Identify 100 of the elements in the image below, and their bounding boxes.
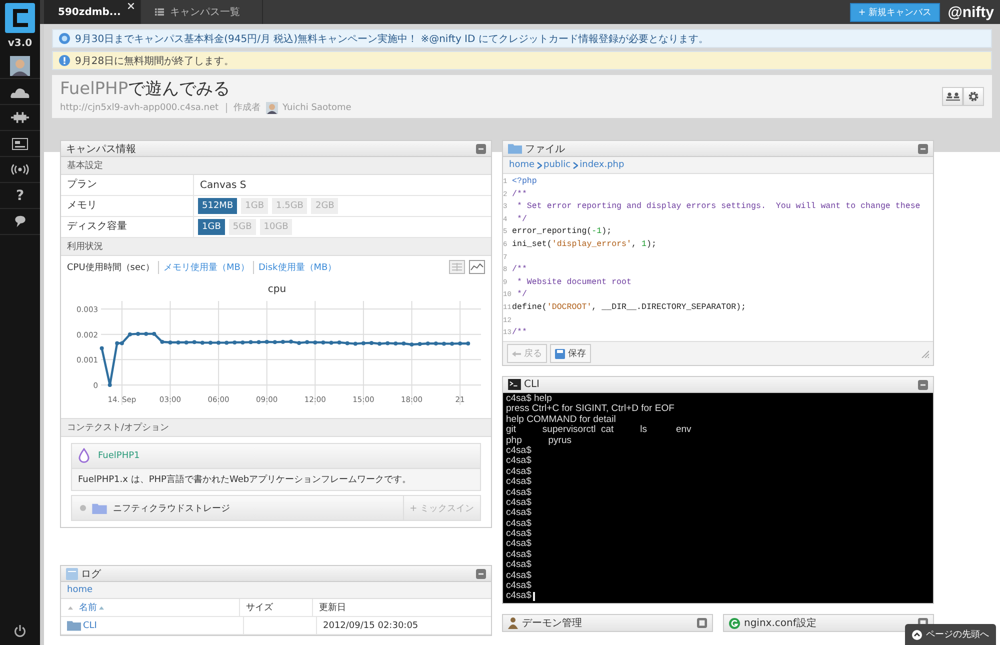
usage-tab[interactable]: CPU使用時間（sec） xyxy=(67,260,160,274)
data-point xyxy=(144,332,148,336)
panel-title: ファイル xyxy=(525,142,566,156)
cloud-icon[interactable] xyxy=(10,86,30,98)
data-point xyxy=(152,332,156,336)
data-point xyxy=(361,341,366,346)
breadcrumb-link[interactable]: public xyxy=(544,160,571,170)
row-label: メモリ xyxy=(61,196,194,216)
usage-tab[interactable]: Disk使用量（MB） xyxy=(258,260,341,274)
avatar-icon[interactable] xyxy=(10,56,30,76)
avatar-icon xyxy=(266,102,278,114)
info-icon xyxy=(59,33,70,44)
terminal-line: c4sa$ xyxy=(506,581,532,592)
close-icon[interactable] xyxy=(128,3,134,9)
help-link[interactable]: ? xyxy=(16,188,24,204)
data-point xyxy=(216,340,221,345)
data-point xyxy=(466,341,470,346)
data-point xyxy=(418,342,422,346)
restore-icon[interactable] xyxy=(697,618,707,628)
data-point xyxy=(337,340,342,344)
terminal-line: c4sa$ xyxy=(506,446,532,456)
data-point xyxy=(192,340,196,344)
data-point xyxy=(272,340,277,344)
settings-button[interactable] xyxy=(963,87,984,106)
section-heading: コンテクスト/オプション xyxy=(61,418,491,437)
top-tab[interactable]: 590zdmb... xyxy=(44,0,141,24)
memory-option[interactable]: 1GB xyxy=(241,198,268,214)
document-icon xyxy=(66,568,78,580)
code-line: ini_set('display_errors', 1); xyxy=(512,238,656,251)
context-description: FuelPHP1.x は、PHP言語で書かれたWebアプリケーションフレームワークです。 xyxy=(77,473,412,487)
breadcrumb-link[interactable]: home xyxy=(509,160,535,170)
column-header[interactable]: 名前 xyxy=(79,601,97,614)
memory-option[interactable]: 2GB xyxy=(311,198,338,214)
disk-option[interactable]: 1GB xyxy=(198,219,225,235)
card-icon[interactable] xyxy=(12,138,28,150)
column-header: 更新日 xyxy=(319,603,346,613)
disk-option[interactable]: 10GB xyxy=(260,219,292,235)
panel-title: デーモン管理 xyxy=(522,617,583,630)
collapsed-panel[interactable]: デーモン管理 xyxy=(502,614,713,632)
new-canvas-button[interactable]: + 新規キャンバス xyxy=(850,2,940,22)
data-point xyxy=(410,342,414,346)
chevron-icon xyxy=(536,162,542,168)
data-point xyxy=(313,340,318,344)
floppy-icon xyxy=(555,348,565,358)
data-point xyxy=(128,332,132,336)
data-point xyxy=(329,340,334,345)
antenna-icon[interactable] xyxy=(11,164,29,175)
resize-grip-icon[interactable] xyxy=(921,350,929,358)
data-point xyxy=(208,340,212,345)
data-point xyxy=(232,340,237,344)
terminal-line: c4sa$ xyxy=(506,518,532,529)
data-point xyxy=(297,340,302,345)
context-name[interactable]: FuelPHP1 xyxy=(98,451,140,461)
chat-bubble-icon[interactable] xyxy=(12,215,28,228)
breadcrumb-link[interactable]: home xyxy=(67,585,93,595)
code-line: * Set error reporting and display errors settings. You will want to change these xyxy=(516,201,920,214)
code-line: /** xyxy=(512,264,527,276)
terminal-line: c4sa$ xyxy=(506,591,532,602)
terminal-line: php pyrus xyxy=(506,436,572,446)
memory-option[interactable]: 512MB xyxy=(198,198,238,214)
members-button[interactable] xyxy=(942,87,963,106)
code-line: */ xyxy=(516,289,527,302)
section-heading: 利用状況 xyxy=(61,238,491,256)
file-link[interactable]: CLI xyxy=(83,620,97,630)
app-url[interactable]: http://cjn5xl9-avh-app000.c4sa.net xyxy=(60,102,219,112)
chart-title: cpu xyxy=(268,284,286,295)
minimize-icon[interactable] xyxy=(918,380,928,390)
minimize-icon[interactable] xyxy=(476,568,486,578)
mixin-button[interactable]: + ミックスイン xyxy=(402,496,480,520)
data-point xyxy=(370,340,374,345)
minimize-icon[interactable] xyxy=(476,144,486,154)
terminal-line: c4sa$ xyxy=(506,539,532,550)
minimize-icon[interactable] xyxy=(918,144,928,154)
settings-icon xyxy=(968,91,979,102)
power-icon[interactable] xyxy=(14,625,26,637)
data-point xyxy=(256,340,261,344)
code-line: define('DOCROOT', __DIR__.DIRECTORY_SEPARATOR); xyxy=(512,302,746,314)
plug-icon[interactable] xyxy=(11,112,29,123)
terminal-line: c4sa$ xyxy=(506,466,532,477)
row-label: プラン xyxy=(61,175,194,195)
data-point xyxy=(224,340,229,345)
chevron-icon xyxy=(572,162,578,168)
logo-icon[interactable] xyxy=(5,3,35,33)
author-label: 作成者 xyxy=(234,102,261,114)
drop-icon xyxy=(78,448,90,464)
terminal-line: c4sa$ xyxy=(506,508,532,519)
memory-option[interactable]: 1.5GB xyxy=(272,198,308,214)
save-button[interactable]: 保存 xyxy=(550,344,591,363)
brand-logo[interactable]: @nifty xyxy=(948,4,994,20)
author-name: Yuichi Saotome xyxy=(282,102,352,112)
usage-tab[interactable]: メモリ使用量（MB） xyxy=(163,260,254,274)
disk-option[interactable]: 5GB xyxy=(228,219,256,235)
terminal-icon xyxy=(508,379,521,390)
collapsed-panel[interactable]: nginx.conf設定 xyxy=(723,614,934,632)
terminal-line: c4sa$ xyxy=(506,488,532,498)
chart-view-icon[interactable] xyxy=(469,260,485,274)
alert-icon xyxy=(59,55,70,66)
breadcrumb-link[interactable]: index.php xyxy=(580,160,624,170)
data-point xyxy=(168,340,172,344)
back-to-top-button[interactable]: ページの先頭へ xyxy=(905,624,996,645)
